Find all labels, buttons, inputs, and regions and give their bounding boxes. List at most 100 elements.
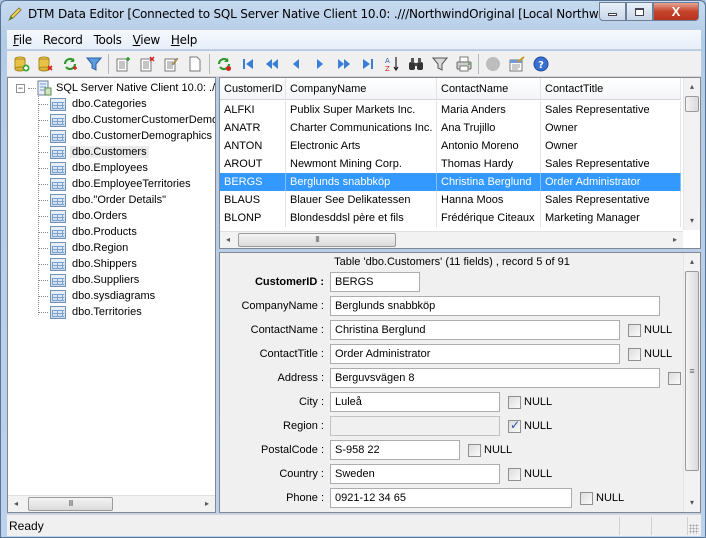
field-input[interactable]: Order Administrator (330, 344, 620, 364)
connect-database-button[interactable] (10, 53, 34, 75)
field-input[interactable]: Luleå (330, 392, 500, 412)
stop-button[interactable] (481, 53, 505, 75)
table-cell[interactable]: Frédérique Citeaux (437, 209, 541, 227)
scroll-up-icon[interactable]: ▴ (687, 257, 697, 267)
tree-item[interactable]: dbo.Categories (38, 96, 215, 112)
null-checkbox[interactable]: NULL (580, 491, 624, 505)
tree-item[interactable]: dbo.CustomerCustomerDemo (38, 112, 215, 128)
new-blank-record-button[interactable] (183, 53, 207, 75)
last-record-button[interactable] (356, 53, 380, 75)
filter-objects-button[interactable] (82, 53, 106, 75)
checkbox-icon[interactable] (508, 467, 521, 481)
form-vertical-scrollbar[interactable]: ▴ ≡ ▾ (683, 253, 700, 512)
table-cell[interactable]: Newmont Mining Corp. (286, 155, 437, 173)
field-input[interactable]: Berglunds snabbköp (330, 296, 660, 316)
null-checkbox[interactable]: NULL (508, 467, 552, 481)
minimize-button[interactable] (599, 2, 626, 21)
tree-item[interactable]: dbo.Region (38, 240, 215, 256)
tree-horizontal-scrollbar[interactable]: ◂ III ▸ (8, 495, 215, 512)
table-cell[interactable]: Blauer See Delikatessen (286, 191, 437, 209)
tree-item[interactable]: dbo.sysdiagrams (38, 288, 215, 304)
table-cell[interactable]: Owner (541, 137, 681, 155)
tree-item[interactable]: dbo.Shippers (38, 256, 215, 272)
table-row[interactable]: ANTON Electronic Arts Antonio Moreno Owner (220, 137, 681, 155)
table-cell[interactable]: Blondesddsl père et fils (286, 209, 437, 227)
null-checkbox[interactable]: NULL (628, 347, 672, 361)
tree-item[interactable]: dbo.Suppliers (38, 272, 215, 288)
column-header-companyname[interactable]: CompanyName (286, 78, 437, 99)
table-cell[interactable]: Sales Representative (541, 101, 681, 119)
field-input[interactable]: Berguvsvägen 8 (330, 368, 660, 388)
delete-record-button[interactable] (135, 53, 159, 75)
refresh-connection-button[interactable] (58, 53, 82, 75)
scroll-right-icon[interactable]: ▸ (202, 499, 212, 509)
table-cell[interactable]: Sales Representative (541, 155, 681, 173)
grid-vertical-scrollbar[interactable]: ▴ ▾ (683, 78, 700, 230)
checkbox-icon[interactable] (580, 491, 593, 505)
table-row[interactable]: BERGS Berglunds snabbköp Christina Berglun… (220, 173, 681, 191)
table-cell[interactable]: AROUT (220, 155, 286, 173)
table-cell[interactable]: BLAUS (220, 191, 286, 209)
table-cell[interactable]: ANATR (220, 119, 286, 137)
table-cell[interactable]: Thomas Hardy (437, 155, 541, 173)
checkbox-icon[interactable] (628, 323, 641, 337)
field-input[interactable]: Christina Berglund (330, 320, 620, 340)
table-cell[interactable]: Ana Trujillo (437, 119, 541, 137)
checkbox-icon[interactable] (668, 371, 681, 385)
checkbox-icon[interactable] (508, 395, 521, 409)
table-cell[interactable]: Electronic Arts (286, 137, 437, 155)
properties-button[interactable] (505, 53, 529, 75)
table-cell[interactable]: Publix Super Markets Inc. (286, 101, 437, 119)
scroll-down-icon[interactable]: ▾ (687, 498, 697, 508)
null-checkbox[interactable]: NULL (508, 395, 552, 409)
null-checkbox[interactable]: NULL (508, 418, 552, 433)
table-row[interactable]: ALFKI Publix Super Markets Inc. Maria Ande… (220, 101, 681, 119)
menu-file[interactable]: File (8, 33, 37, 47)
scroll-down-icon[interactable]: ▾ (687, 216, 697, 226)
menu-view[interactable]: View (128, 33, 165, 47)
table-cell[interactable]: Order Administrator (541, 173, 681, 191)
help-button[interactable]: ? (529, 53, 553, 75)
scroll-thumb[interactable] (685, 96, 699, 112)
column-header-contactname[interactable]: ContactName (437, 78, 541, 99)
next-record-button[interactable] (308, 53, 332, 75)
table-cell[interactable]: Charter Communications Inc. (286, 119, 437, 137)
table-cell[interactable]: Hanna Moos (437, 191, 541, 209)
tree-item[interactable]: dbo.Orders (38, 208, 215, 224)
print-button[interactable] (452, 53, 476, 75)
null-checkbox[interactable]: NULL (628, 323, 672, 337)
checkbox-icon[interactable] (628, 347, 641, 361)
table-cell[interactable]: Christina Berglund (437, 173, 541, 191)
scroll-right-icon[interactable]: ▸ (670, 235, 680, 245)
table-cell[interactable]: Owner (541, 119, 681, 137)
menu-help[interactable]: Help (166, 33, 202, 47)
title-bar[interactable]: DTM Data Editor [Connected to SQL Server… (1, 1, 705, 29)
tree-item[interactable]: dbo.Customers (38, 144, 215, 160)
table-cell[interactable]: ANTON (220, 137, 286, 155)
tree-item[interactable]: dbo.Employees (38, 160, 215, 176)
table-row[interactable]: BLAUS Blauer See Delikatessen Hanna Moos Sa… (220, 191, 681, 209)
scroll-up-icon[interactable]: ▴ (687, 82, 697, 92)
tree-item[interactable]: dbo.Territories (38, 304, 215, 320)
table-cell[interactable]: Sales Representative (541, 191, 681, 209)
null-checkbox[interactable]: NULL (468, 443, 512, 457)
tree-item[interactable]: dbo.Products (38, 224, 215, 240)
tree-item[interactable]: dbo."Order Details" (38, 192, 215, 208)
grid-horizontal-scrollbar[interactable]: ◂ III ▸ (220, 231, 683, 248)
field-input[interactable]: BERGS (330, 272, 420, 292)
sort-button[interactable]: AZ (380, 53, 404, 75)
table-cell[interactable]: BERGS (220, 173, 286, 191)
find-button[interactable] (404, 53, 428, 75)
edit-record-button[interactable] (159, 53, 183, 75)
tree-item[interactable]: dbo.EmployeeTerritories (38, 176, 215, 192)
table-cell[interactable]: Marketing Manager (541, 209, 681, 227)
add-record-button[interactable] (111, 53, 135, 75)
menu-tools[interactable]: Tools (89, 33, 127, 47)
table-row[interactable]: AROUT Newmont Mining Corp. Thomas Hardy Sal… (220, 155, 681, 173)
close-button[interactable]: X (653, 2, 699, 21)
scroll-thumb[interactable]: III (28, 497, 113, 511)
previous-record-button[interactable] (284, 53, 308, 75)
table-cell[interactable]: ALFKI (220, 101, 286, 119)
table-cell[interactable]: Maria Anders (437, 101, 541, 119)
resize-grip[interactable] (689, 524, 699, 534)
